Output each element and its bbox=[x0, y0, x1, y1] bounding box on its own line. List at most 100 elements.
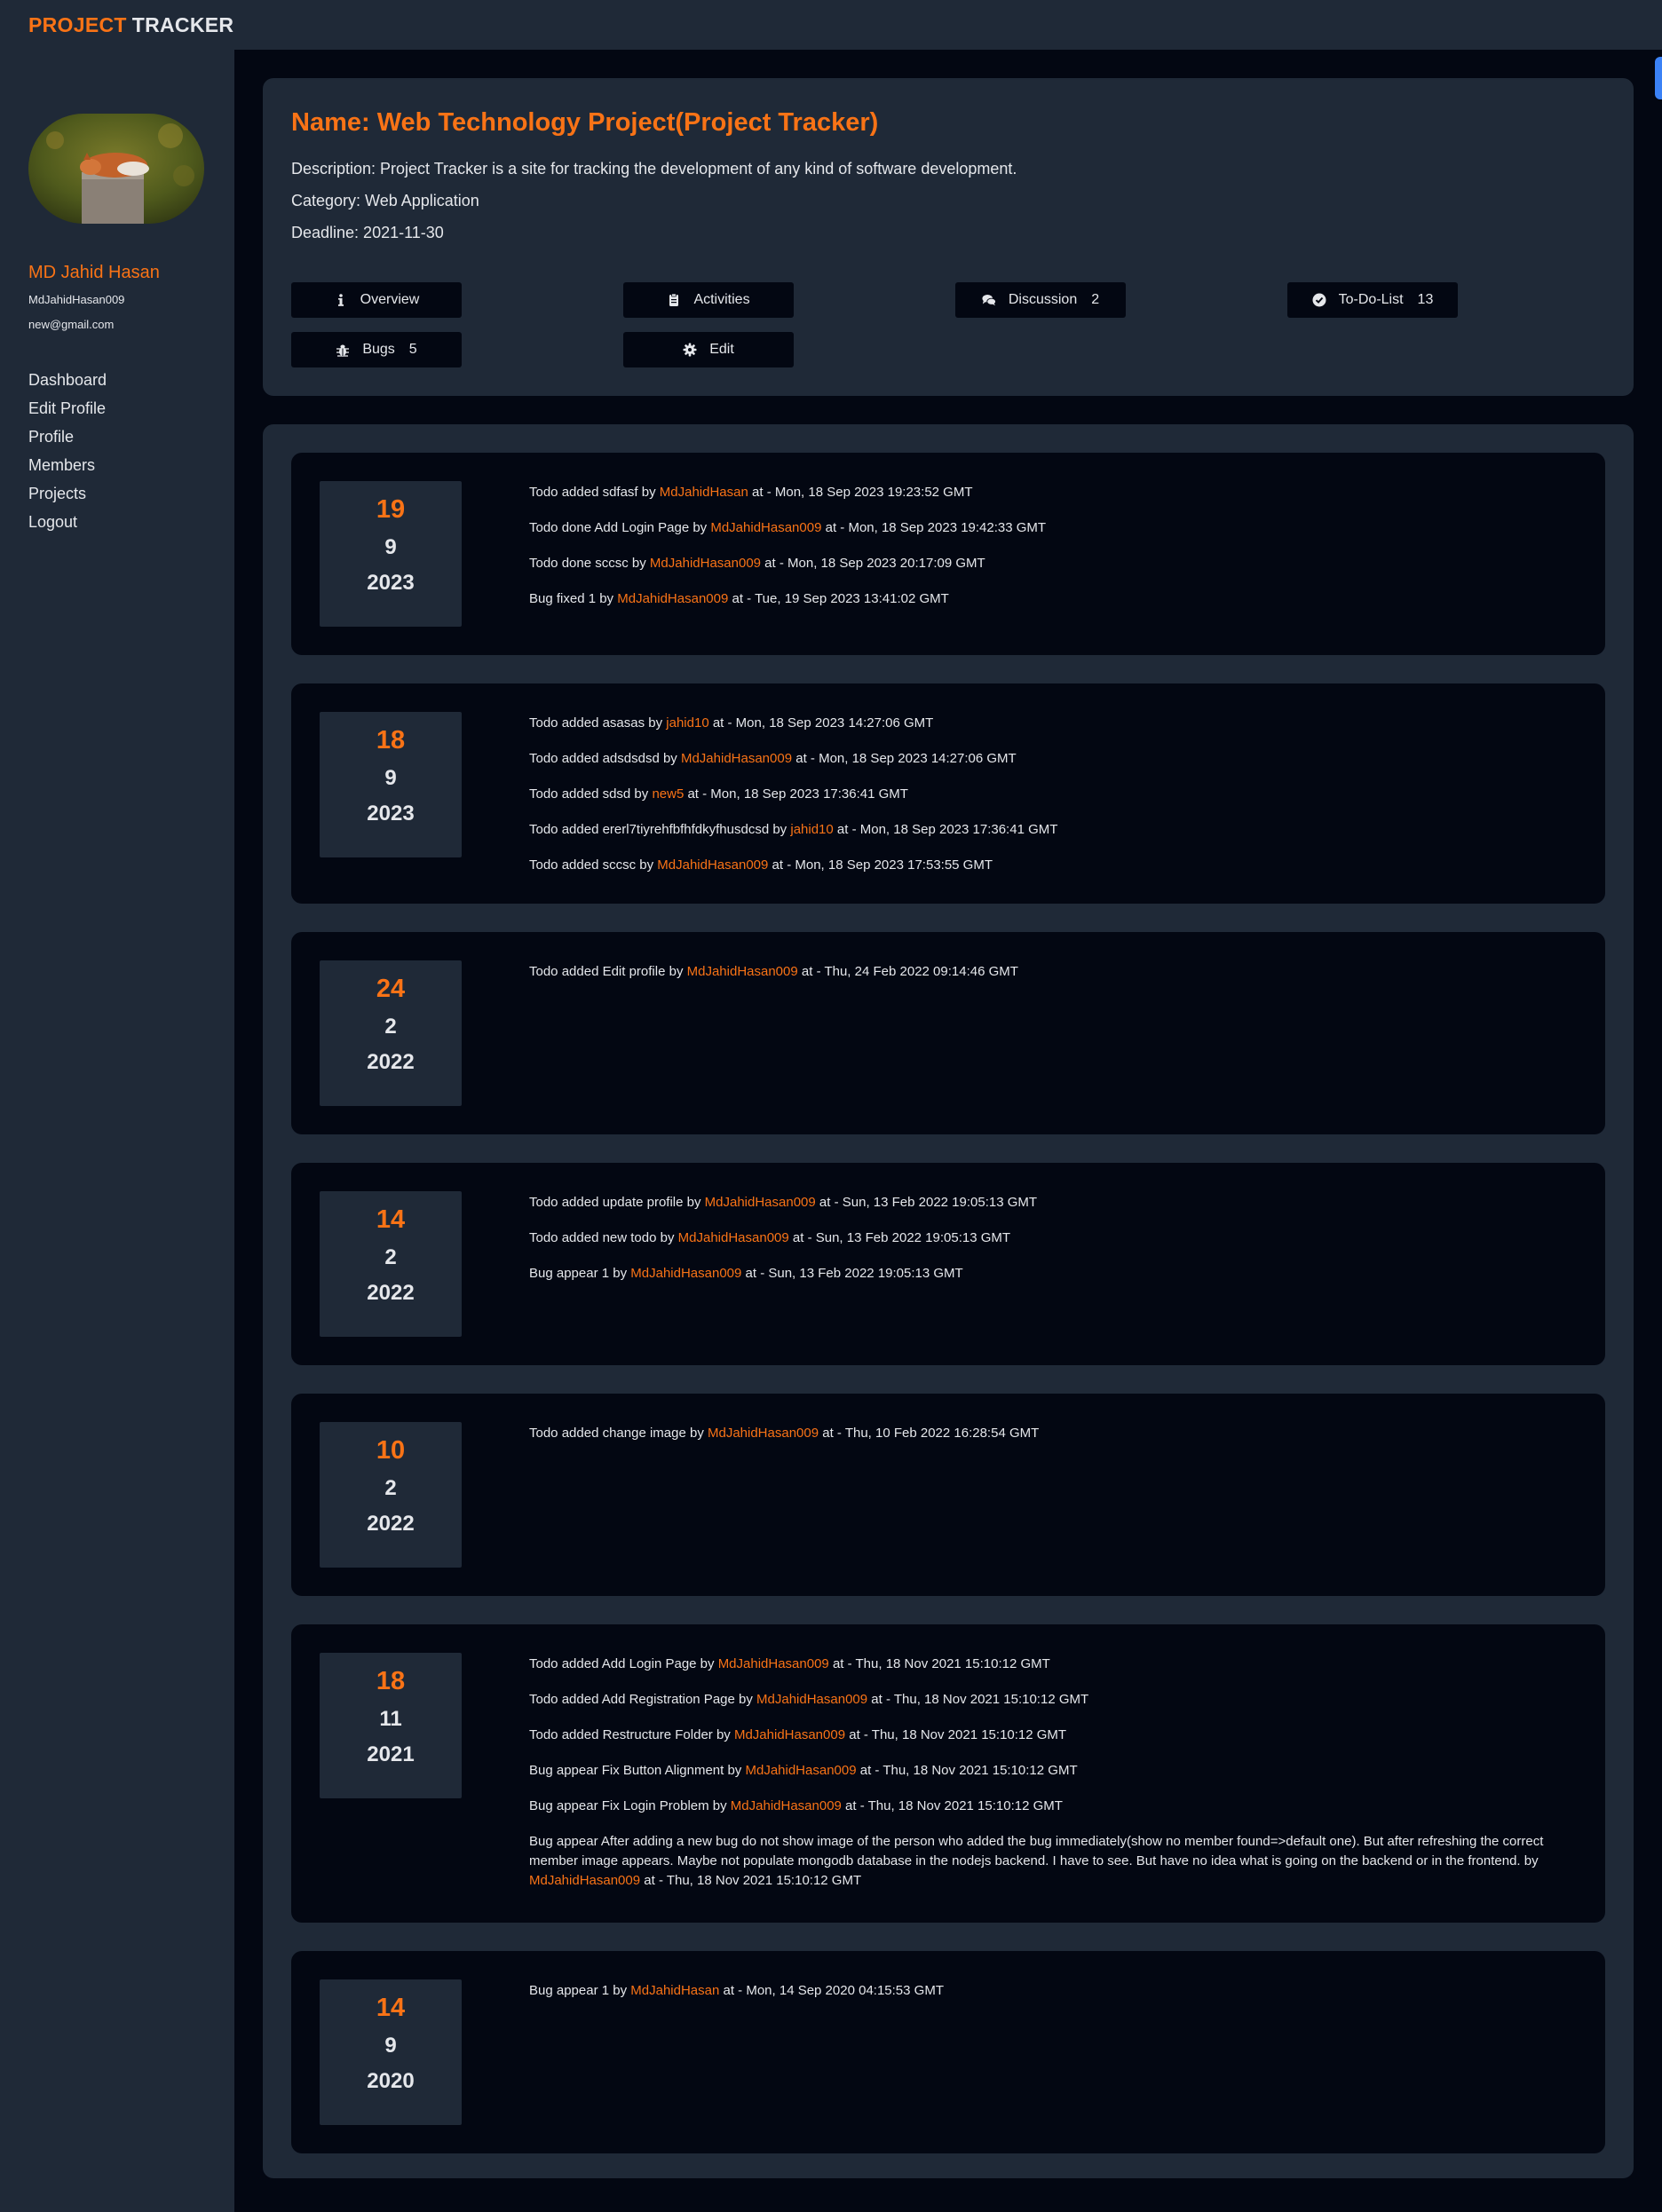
activity-time: at - Sun, 13 Feb 2022 19:05:13 GMT bbox=[788, 1230, 1011, 1245]
activity-entry: Todo added sdfasf by MdJahidHasan at - M… bbox=[529, 483, 1577, 502]
check-circle-icon bbox=[1312, 293, 1326, 307]
activity-user-link[interactable]: MdJahidHasan009 bbox=[745, 1763, 856, 1778]
activity-user-link[interactable]: MdJahidHasan009 bbox=[731, 1798, 842, 1813]
date-day: 24 bbox=[376, 975, 406, 1003]
activity-text: Todo done Add Login Page by bbox=[529, 520, 711, 535]
activity-entry: Bug appear Fix Login Problem by MdJahidH… bbox=[529, 1797, 1577, 1816]
brand-logo[interactable]: PROJECT TRACKER bbox=[28, 13, 233, 37]
activity-user-link[interactable]: MdJahidHasan009 bbox=[705, 1195, 816, 1210]
activity-list: Todo added Edit profile by MdJahidHasan0… bbox=[529, 962, 1577, 998]
activity-entry: Todo added update profile by MdJahidHasa… bbox=[529, 1193, 1577, 1213]
bugs-button[interactable]: Bugs 5 bbox=[291, 332, 462, 367]
date-box: 18 11 2021 bbox=[320, 1653, 462, 1798]
date-day: 19 bbox=[376, 495, 406, 524]
activity-user-link[interactable]: MdJahidHasan009 bbox=[657, 857, 768, 873]
nav-members[interactable]: Members bbox=[28, 451, 107, 479]
activity-entry: Todo added adsdsdsd by MdJahidHasan009 a… bbox=[529, 749, 1577, 769]
activity-user-link[interactable]: MdJahidHasan009 bbox=[650, 556, 761, 571]
date-month: 11 bbox=[379, 1707, 402, 1731]
activity-entry: Todo added ererl7tiyrehfbfhfdkyfhusdcsd … bbox=[529, 820, 1577, 840]
date-month: 2 bbox=[384, 1476, 397, 1500]
activity-time: at - Mon, 18 Sep 2023 17:53:55 GMT bbox=[768, 857, 993, 873]
date-day: 14 bbox=[376, 1205, 406, 1234]
activity-user-link[interactable]: MdJahidHasan009 bbox=[710, 520, 821, 535]
activity-list: Todo added update profile by MdJahidHasa… bbox=[529, 1193, 1577, 1300]
activity-entry: Todo added asasas by jahid10 at - Mon, 1… bbox=[529, 714, 1577, 733]
date-box: 18 9 2023 bbox=[320, 712, 462, 857]
activity-user-link[interactable]: MdJahidHasan009 bbox=[756, 1692, 867, 1707]
activity-user-link[interactable]: jahid10 bbox=[666, 715, 708, 731]
gear-icon bbox=[683, 343, 697, 357]
activity-time: at - Thu, 18 Nov 2021 15:10:12 GMT bbox=[867, 1692, 1089, 1707]
activity-list: Todo added change image by MdJahidHasan0… bbox=[529, 1424, 1577, 1459]
bugs-label: Bugs bbox=[362, 342, 395, 357]
activity-user-link[interactable]: jahid10 bbox=[790, 822, 833, 837]
user-name: MD Jahid Hasan bbox=[28, 263, 160, 282]
activity-user-link[interactable]: MdJahidHasan009 bbox=[630, 1266, 741, 1281]
date-day: 18 bbox=[376, 726, 406, 754]
activity-entry: Todo added sccsc by MdJahidHasan009 at -… bbox=[529, 856, 1577, 875]
activity-user-link[interactable]: MdJahidHasan009 bbox=[687, 964, 798, 979]
nav-edit-profile[interactable]: Edit Profile bbox=[28, 394, 107, 423]
activity-time: at - Thu, 24 Feb 2022 09:14:46 GMT bbox=[797, 964, 1018, 979]
activity-entry: Todo added change image by MdJahidHasan0… bbox=[529, 1424, 1577, 1443]
discussion-label: Discussion bbox=[1008, 292, 1078, 307]
activity-text: Bug appear After adding a new bug do not… bbox=[529, 1834, 1544, 1868]
activity-time: at - Mon, 18 Sep 2023 14:27:06 GMT bbox=[792, 751, 1017, 766]
discussion-button[interactable]: Discussion 2 bbox=[955, 282, 1126, 318]
activity-list: Todo added asasas by jahid10 at - Mon, 1… bbox=[529, 714, 1577, 891]
activity-text: Todo added update profile by bbox=[529, 1195, 705, 1210]
activity-user-link[interactable]: MdJahidHasan009 bbox=[734, 1727, 845, 1742]
scroll-tab[interactable] bbox=[1655, 57, 1662, 99]
activities-button[interactable]: Activities bbox=[623, 282, 794, 318]
todo-list-button[interactable]: To-Do-List 13 bbox=[1287, 282, 1458, 318]
user-handle: MdJahidHasan009 bbox=[28, 293, 125, 306]
brand-part-tracker: TRACKER bbox=[131, 12, 234, 36]
activity-entry: Bug appear 1 by MdJahidHasan at - Mon, 1… bbox=[529, 1981, 1577, 2001]
nav-dashboard[interactable]: Dashboard bbox=[28, 366, 107, 394]
main-content: Name: Web Technology Project(Project Tra… bbox=[234, 50, 1662, 2212]
todo-list-label: To-Do-List bbox=[1338, 292, 1404, 307]
nav-projects[interactable]: Projects bbox=[28, 479, 107, 508]
clipboard-icon bbox=[667, 293, 681, 307]
date-month: 9 bbox=[384, 2034, 397, 2058]
nav-logout[interactable]: Logout bbox=[28, 508, 107, 536]
activity-user-link[interactable]: MdJahidHasan bbox=[660, 485, 748, 500]
date-year: 2022 bbox=[367, 1050, 415, 1074]
date-year: 2022 bbox=[367, 1512, 415, 1536]
activity-entry: Bug appear 1 by MdJahidHasan009 at - Sun… bbox=[529, 1264, 1577, 1284]
activity-user-link[interactable]: MdJahidHasan bbox=[630, 1983, 719, 1998]
date-year: 2020 bbox=[367, 2069, 415, 2093]
date-box: 24 2 2022 bbox=[320, 960, 462, 1106]
activity-user-link[interactable]: MdJahidHasan009 bbox=[678, 1230, 789, 1245]
project-card: Name: Web Technology Project(Project Tra… bbox=[263, 78, 1634, 396]
activity-time: at - Mon, 18 Sep 2023 17:36:41 GMT bbox=[833, 822, 1058, 837]
activity-user-link[interactable]: MdJahidHasan009 bbox=[708, 1426, 819, 1441]
activity-entry: Bug appear After adding a new bug do not… bbox=[529, 1832, 1577, 1891]
activity-user-link[interactable]: MdJahidHasan009 bbox=[718, 1656, 829, 1671]
activity-time: at - Mon, 18 Sep 2023 19:42:33 GMT bbox=[821, 520, 1047, 535]
bugs-count: 5 bbox=[408, 342, 417, 357]
activity-user-link[interactable]: MdJahidHasan009 bbox=[681, 751, 792, 766]
discussion-count: 2 bbox=[1091, 292, 1100, 307]
activity-entry: Bug appear Fix Button Alignment by MdJah… bbox=[529, 1761, 1577, 1781]
top-bar: PROJECT TRACKER bbox=[0, 0, 1662, 50]
activity-user-link[interactable]: MdJahidHasan009 bbox=[617, 591, 728, 606]
activity-time: at - Mon, 14 Sep 2020 04:15:53 GMT bbox=[719, 1983, 944, 1998]
activity-timeline: 19 9 2023 Todo added sdfasf by MdJahidHa… bbox=[263, 424, 1634, 2178]
activity-user-link[interactable]: MdJahidHasan009 bbox=[529, 1873, 640, 1888]
overview-button[interactable]: Overview bbox=[291, 282, 462, 318]
activity-entry: Todo added new todo by MdJahidHasan009 a… bbox=[529, 1228, 1577, 1248]
date-year: 2021 bbox=[367, 1742, 415, 1766]
nav-profile[interactable]: Profile bbox=[28, 423, 107, 451]
date-month: 2 bbox=[384, 1245, 397, 1269]
edit-button[interactable]: Edit bbox=[623, 332, 794, 367]
activity-text: Todo added sccsc by bbox=[529, 857, 658, 873]
activity-list: Todo added sdfasf by MdJahidHasan at - M… bbox=[529, 483, 1577, 625]
activity-text: Todo added sdfasf by bbox=[529, 485, 660, 500]
date-day: 18 bbox=[376, 1667, 406, 1695]
activity-time: at - Thu, 10 Feb 2022 16:28:54 GMT bbox=[819, 1426, 1040, 1441]
date-box: 19 9 2023 bbox=[320, 481, 462, 627]
activity-entry: Todo added Restructure Folder by MdJahid… bbox=[529, 1726, 1577, 1745]
activity-user-link[interactable]: new5 bbox=[652, 786, 684, 802]
